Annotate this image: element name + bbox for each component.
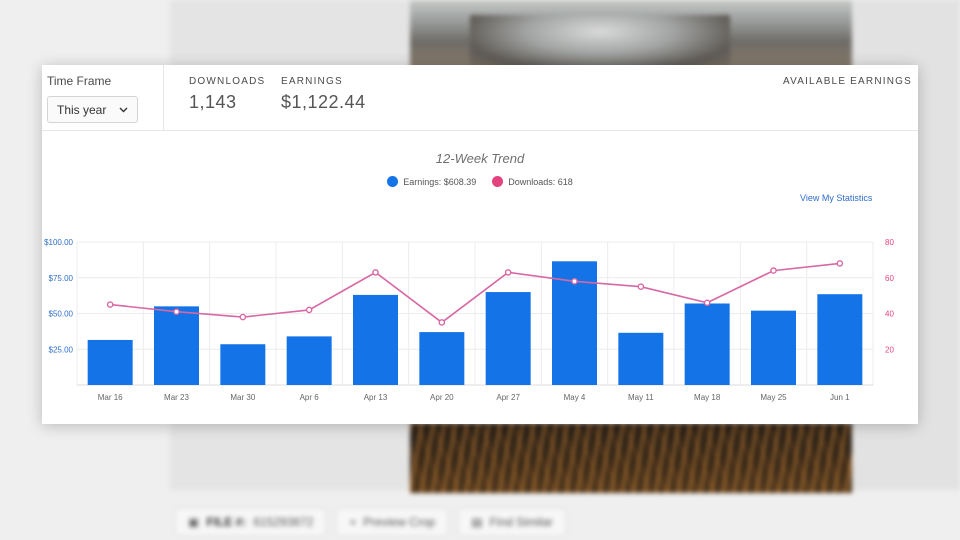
x-tick-label: Mar 30: [230, 393, 255, 402]
chart-legend: Earnings: $608.39 Downloads: 618: [42, 176, 918, 187]
point-downloads-4: [305, 306, 313, 314]
bar-earnings-5: [353, 294, 398, 385]
legend-downloads-label: Downloads: 618: [508, 176, 573, 187]
view-statistics-link[interactable]: View My Statistics: [800, 193, 872, 203]
x-tick-label: May 18: [694, 393, 721, 402]
file-icon: ▣: [188, 515, 200, 529]
timeframe-dropdown[interactable]: This year: [47, 96, 138, 123]
bar-earnings-10: [684, 303, 730, 385]
timeframe-section: Time Frame This year: [42, 65, 164, 131]
bar-earnings-6: [419, 332, 465, 385]
chevron-down-icon: [118, 105, 128, 115]
timeframe-value: This year: [57, 102, 107, 117]
legend-item-earnings: Earnings: $608.39: [387, 176, 476, 187]
point-downloads-6: [438, 319, 446, 326]
x-tick-label: Apr 13: [364, 393, 388, 402]
downloads-label: DOWNLOADS: [189, 76, 266, 87]
bar-earnings-7: [485, 292, 531, 385]
y-left-tick-label: $25.00: [49, 345, 74, 354]
x-tick-label: Mar 16: [98, 393, 123, 402]
find-similar-button[interactable]: ▤ Find Similar: [458, 508, 566, 536]
preview-crop-button[interactable]: ⌖ Preview Crop: [336, 508, 449, 536]
trend-chart: $100.00 $75.00 $50.00 $25.00 80 60 40 20 Mar 16 M…: [44, 238, 894, 402]
point-downloads-9: [637, 283, 645, 290]
file-number-button[interactable]: ▣ FILE #: 615293872: [175, 508, 327, 536]
point-downloads-11: [770, 267, 777, 274]
y-right-tick-label: 20: [885, 345, 894, 354]
point-downloads-3: [239, 313, 247, 321]
y-left-tick-label: $50.00: [49, 310, 74, 319]
available-earnings-label: AVAILABLE EARNINGS: [782, 76, 912, 87]
downloads-stat: DOWNLOADS 1,143: [189, 76, 265, 113]
point-downloads-8: [571, 278, 578, 285]
background-toolbar: ▣ FILE #: 615293872 ⌖ Preview Crop ▤ Fin…: [175, 508, 566, 536]
earnings-stat: EARNINGS $1,122.44: [281, 76, 366, 113]
x-tick-label: May 11: [628, 393, 654, 402]
bar-earnings-11: [751, 310, 796, 385]
chart-title: 12-Week Trend: [435, 151, 525, 166]
bar-earnings-1: [87, 339, 133, 385]
background-photo-grass: [410, 423, 852, 493]
point-downloads-12: [836, 260, 844, 267]
crop-icon: ⌖: [349, 514, 357, 529]
bar-earnings-4: [286, 336, 332, 385]
legend-earnings-swatch: [387, 176, 399, 187]
y-right-tick-label: 40: [885, 310, 894, 319]
y-right-tick-label: 60: [885, 274, 894, 283]
earnings-label: EARNINGS: [281, 76, 343, 87]
x-tick-label: Apr 20: [430, 393, 454, 402]
similar-icon: ▤: [471, 515, 483, 529]
point-downloads-5: [372, 269, 379, 276]
y-left-tick-label: $75.00: [49, 274, 74, 283]
x-tick-label: May 4: [564, 393, 586, 402]
x-tick-label: Apr 6: [300, 393, 320, 402]
legend-earnings-label: Earnings: $608.39: [403, 176, 477, 187]
point-downloads-1: [106, 301, 114, 308]
bar-earnings-2: [154, 306, 199, 385]
x-tick-label: Jun 1: [830, 393, 850, 402]
x-tick-label: May 25: [760, 393, 787, 402]
legend-item-downloads: Downloads: 618: [492, 176, 573, 187]
timeframe-label: Time Frame: [47, 74, 112, 88]
bar-earnings-12: [817, 294, 863, 385]
x-tick-label: Apr 27: [496, 393, 520, 402]
statistics-card: Time Frame This year DOWNLOADS 1,143 EAR…: [42, 65, 918, 424]
legend-downloads-swatch: [492, 176, 504, 187]
point-downloads-7: [504, 269, 512, 276]
background-photo-mountain: [410, 0, 852, 70]
stats-header: Time Frame This year DOWNLOADS 1,143 EAR…: [42, 65, 918, 131]
y-right-tick-label: 80: [885, 238, 894, 247]
point-downloads-10: [703, 299, 711, 307]
point-downloads-2: [173, 308, 180, 316]
downloads-value: 1,143: [189, 92, 237, 112]
bar-earnings-9: [618, 332, 664, 385]
x-tick-label: Mar 23: [164, 393, 189, 402]
y-left-tick-label: $100.00: [44, 238, 73, 247]
earnings-value: $1,122.44: [281, 92, 366, 112]
bar-earnings-3: [220, 344, 266, 385]
